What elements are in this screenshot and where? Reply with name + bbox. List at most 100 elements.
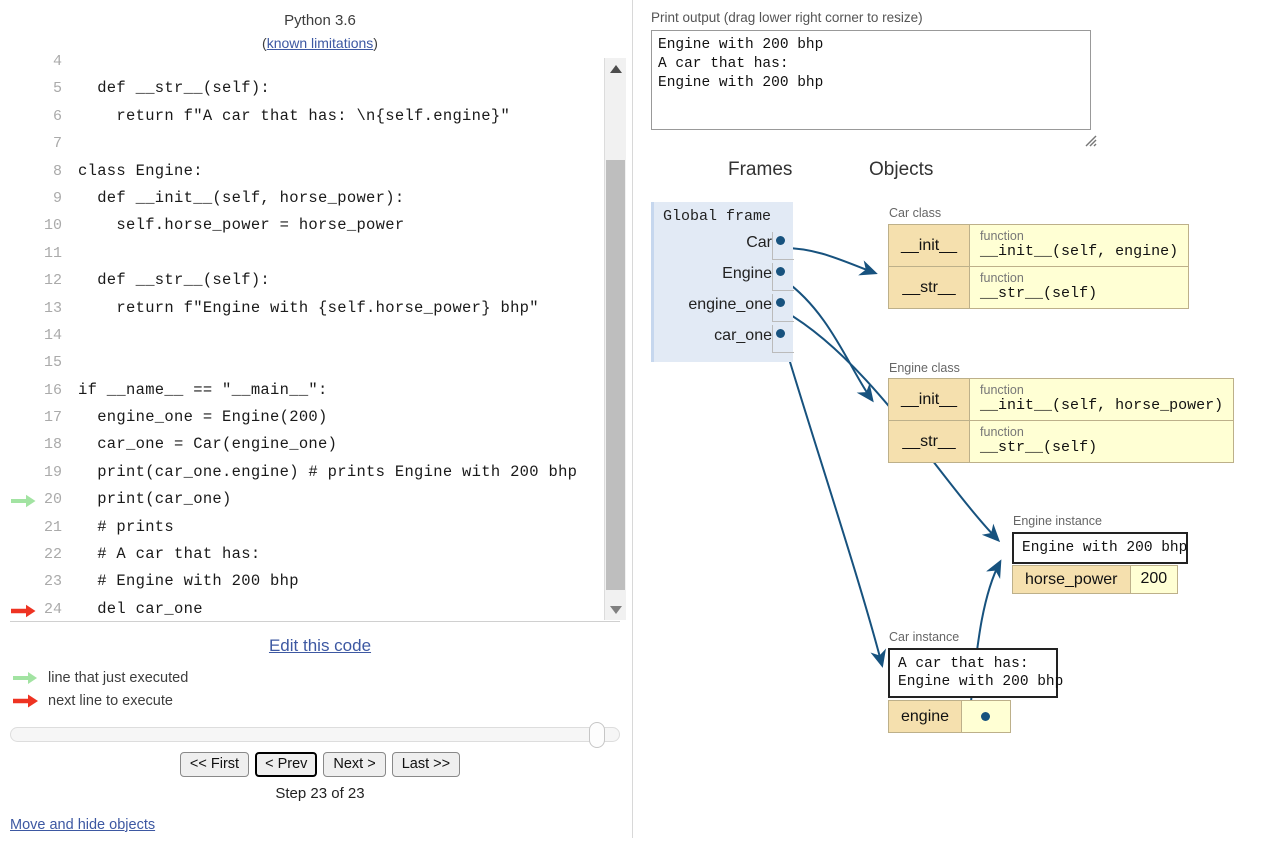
first-button[interactable]: << First <box>179 752 250 777</box>
frame-variable-pointer-slot <box>772 232 794 260</box>
code-line-number: 5 <box>52 80 62 98</box>
engine-class-table: __init__ function __init__(self, horse_pow… <box>887 378 1235 463</box>
function-signature: __init__(self, engine) <box>980 243 1179 260</box>
code-line[interactable]: 14 <box>0 322 626 349</box>
code-line-text: print(car_one) <box>78 490 232 509</box>
car-class-attr-name: __str__ <box>887 266 971 309</box>
print-output-textarea[interactable]: Engine with 200 bhp A car that has: Engi… <box>651 30 1091 130</box>
pointer-dot-icon <box>776 329 785 338</box>
frame-variable-Car: Car <box>654 232 796 263</box>
code-line[interactable]: 4 <box>0 48 626 75</box>
code-line[interactable]: 22 # A car that has: <box>0 541 626 568</box>
function-signature: __str__(self) <box>980 439 1098 456</box>
code-scrollbar[interactable] <box>604 58 626 620</box>
car-instance-attr-name: engine <box>887 700 963 733</box>
engine-instance-attr-value: 200 <box>1129 565 1179 594</box>
next-button[interactable]: Next > <box>323 752 386 777</box>
code-line-number: 8 <box>52 162 62 180</box>
code-line-number: 22 <box>43 546 62 564</box>
code-line-number: 6 <box>52 107 62 125</box>
print-output-label: Print output (drag lower right corner to… <box>651 10 923 25</box>
engine-instance-table: horse_power 200 <box>1012 565 1179 594</box>
edit-this-code-link[interactable]: Edit this code <box>269 636 371 655</box>
step-counter-label: Step 23 of 23 <box>275 785 365 802</box>
code-line-number: 23 <box>43 573 62 591</box>
code-line-number: 14 <box>43 326 62 344</box>
engine-class-attr-value: function __str__(self) <box>969 420 1235 463</box>
code-line[interactable]: 19 print(car_one.engine) # prints Engine… <box>0 459 626 486</box>
attribute-value-text: 200 <box>1140 570 1168 587</box>
engine-class-row: __str__ function __str__(self) <box>887 420 1235 463</box>
code-divider <box>10 621 620 622</box>
car-class-table: __init__ function __init__(self, engine) __… <box>887 224 1190 309</box>
code-line-number: 18 <box>43 436 62 454</box>
frame-variable-Engine: Engine <box>654 263 796 294</box>
code-line[interactable]: 11 <box>0 240 626 267</box>
car-instance-attr-value <box>961 700 1012 733</box>
code-line[interactable]: 10 self.horse_power = horse_power <box>0 212 626 239</box>
last-button[interactable]: Last >> <box>391 752 461 777</box>
frame-variable-pointer-slot <box>772 263 794 291</box>
visualization-panel: Print output (drag lower right corner to… <box>640 0 1262 847</box>
code-line-text: def __str__(self): <box>78 79 271 98</box>
pointer-dot-icon <box>776 267 785 276</box>
code-line[interactable]: 9 def __init__(self, horse_power): <box>0 185 626 212</box>
step-slider-handle[interactable] <box>589 722 605 748</box>
frame-variable-pointer-slot <box>772 325 794 353</box>
engine-class-attr-value: function __init__(self, horse_power) <box>969 378 1235 421</box>
function-signature: __str__(self) <box>980 285 1098 302</box>
code-line[interactable]: 23 # Engine with 200 bhp <box>0 568 626 595</box>
code-line[interactable]: 17 engine_one = Engine(200) <box>0 404 626 431</box>
code-line-text: class Engine: <box>78 161 203 180</box>
code-line-text: print(car_one.engine) # prints Engine wi… <box>78 462 578 481</box>
car-class-attr-value: function __init__(self, engine) <box>969 224 1190 267</box>
code-line[interactable]: 5 def __str__(self): <box>0 75 626 102</box>
code-line[interactable]: 24 del car_one <box>0 596 626 622</box>
red-arrow-icon <box>12 694 40 714</box>
code-line[interactable]: 21 # prints <box>0 514 626 541</box>
code-line-text: if __name__ == "__main__": <box>78 380 328 399</box>
function-type-label: function <box>980 383 1024 397</box>
car-class-attr-value: function __str__(self) <box>969 266 1190 309</box>
code-line-text: # Engine with 200 bhp <box>78 572 299 591</box>
global-frame: Global frame Car Engine engine_one car_one <box>651 202 796 362</box>
objects-heading: Objects <box>869 159 934 180</box>
scroll-up-arrow-icon[interactable] <box>605 58 626 79</box>
code-line-number: 24 <box>43 600 62 618</box>
code-line-text: return f"Engine with {self.horse_power} … <box>78 298 539 317</box>
code-line-number: 19 <box>43 463 62 481</box>
code-line[interactable]: 8 class Engine: <box>0 158 626 185</box>
function-type-label: function <box>980 229 1024 243</box>
code-line[interactable]: 18 car_one = Car(engine_one) <box>0 431 626 458</box>
move-and-hide-objects-link[interactable]: Move and hide objects <box>10 817 155 833</box>
engine-class-row: __init__ function __init__(self, horse_pow… <box>887 378 1235 421</box>
function-type-label: function <box>980 425 1024 439</box>
engine-class-attr-name: __init__ <box>887 378 971 421</box>
resize-handle-icon[interactable] <box>1083 133 1097 147</box>
code-line[interactable]: 7 <box>0 130 626 157</box>
code-line-text: engine_one = Engine(200) <box>78 408 328 427</box>
code-line[interactable]: 13 return f"Engine with {self.horse_powe… <box>0 295 626 322</box>
code-line[interactable]: 6 return f"A car that has: \n{self.engin… <box>0 103 626 130</box>
code-line-number: 12 <box>43 272 62 290</box>
navigation-buttons: << First < Prev Next > Last >> <box>0 752 640 777</box>
pointer-slot <box>972 705 1000 727</box>
car-class-attr-name: __init__ <box>887 224 971 267</box>
frame-variable-engine_one: engine_one <box>654 294 796 325</box>
code-display[interactable]: 45 def __str__(self): 6 return f"A car th… <box>0 48 626 622</box>
code-line[interactable]: 20 print(car_one) <box>0 486 626 513</box>
legend-just-executed-label: line that just executed <box>48 670 189 686</box>
code-line[interactable]: 15 <box>0 349 626 376</box>
python-version-label: Python 3.6 <box>284 12 356 29</box>
step-slider[interactable] <box>10 722 620 748</box>
scrollbar-thumb[interactable] <box>606 160 625 590</box>
edit-code-wrapper: Edit this code <box>0 636 640 656</box>
code-line[interactable]: 16 if __name__ == "__main__": <box>0 377 626 404</box>
frame-variable-name: Engine <box>722 265 772 282</box>
prev-button[interactable]: < Prev <box>255 752 318 777</box>
scroll-down-arrow-icon[interactable] <box>605 599 626 620</box>
engine-instance-label: Engine instance <box>1013 514 1102 528</box>
frame-variable-name: engine_one <box>688 296 772 313</box>
car-instance-row: engine <box>887 700 1012 733</box>
code-line[interactable]: 12 def __str__(self): <box>0 267 626 294</box>
